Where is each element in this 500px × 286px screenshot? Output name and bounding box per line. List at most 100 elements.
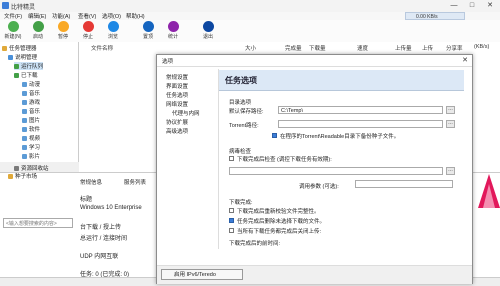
tree-item[interactable]: 视频 [22, 134, 40, 142]
dot-icon [22, 100, 27, 105]
stop-icon [82, 21, 94, 32]
tree-item-label: 运行队列 [21, 64, 44, 70]
speed-indicator: 0.00 KB/s [405, 12, 465, 20]
info-udp: UDP 内网互联 [80, 254, 119, 260]
tree-item[interactable]: 游戏 [22, 98, 40, 106]
new-button[interactable]: 新建(N) [3, 21, 23, 40]
info-runtime: 总运行 / 连接时间 [80, 236, 128, 242]
virus-check-checkbox[interactable] [229, 156, 234, 161]
nav-protocol[interactable]: 协议扩展 [166, 118, 188, 126]
tree-item[interactable]: 音乐 [22, 89, 40, 97]
col-speed[interactable]: 速度 [357, 44, 368, 52]
exit-button[interactable]: 退出 [198, 21, 218, 40]
search-input[interactable]: <输入想要搜索的内容> [3, 218, 73, 228]
col-size[interactable]: 大小 [245, 44, 256, 52]
start-button[interactable]: 启动 [28, 21, 48, 40]
tree-item-label: 已下载 [21, 73, 38, 79]
dot-icon [22, 82, 27, 87]
menu-options[interactable]: 选项(O) [102, 12, 121, 20]
nav-interface[interactable]: 界面设置 [166, 82, 188, 90]
virus-program-field[interactable] [229, 167, 443, 175]
recycle-icon [14, 166, 19, 171]
tab-general[interactable]: 常规信息 [80, 178, 102, 186]
stop-button[interactable]: 停止 [78, 21, 98, 40]
torrent-path-field[interactable] [278, 120, 443, 128]
virus-program-browse-button[interactable]: … [446, 167, 455, 175]
tree-root[interactable]: 任务管理器 [2, 44, 37, 52]
tree-item-label: 影片 [29, 154, 41, 160]
tree-item[interactable]: 已下载 [14, 71, 38, 79]
menu-file[interactable]: 文件(F) [4, 12, 22, 20]
info-os: Windows 10 Enterprise [80, 205, 142, 211]
top-label: 置顶 [142, 34, 153, 40]
tree-item-seed-market[interactable]: 种子市场 [8, 172, 37, 180]
tree-item[interactable]: 学习 [22, 143, 40, 151]
top-button[interactable]: 置顶 [138, 21, 158, 40]
top-icon [142, 21, 154, 32]
ipv6-button[interactable]: 启用 IPv6/Teredo [161, 269, 243, 280]
col-done[interactable]: 完成量 [285, 44, 302, 52]
tree-item-label: 说明管理 [15, 55, 38, 61]
torrent-path-browse-button[interactable]: … [446, 120, 455, 128]
tree-item[interactable]: 图片 [22, 116, 40, 124]
col-upload[interactable]: 上传 [422, 44, 433, 52]
pause-button[interactable]: 暂停 [53, 21, 73, 40]
virus-group-label: 病毒检查 [229, 149, 252, 155]
browse-button[interactable]: 浏览 [103, 21, 123, 40]
col-uploaded[interactable]: 上传量 [395, 44, 412, 52]
menu-view[interactable]: 查看(V) [78, 12, 96, 20]
nav-proxy[interactable]: 代理与内网 [172, 109, 200, 117]
start-label: 启动 [32, 34, 43, 40]
close-upload-checkbox[interactable] [229, 228, 234, 233]
close-button[interactable]: ✕ [481, 1, 499, 10]
virus-check-label: 下载完成后检查 (调控下载任务有效期): [237, 157, 332, 163]
section-header: 任务选项 [219, 70, 464, 91]
backup-torrent-label: 在程序的Torrent\Readable目录下备份种子文件。 [280, 134, 400, 140]
verify-checkbox[interactable] [229, 208, 234, 213]
nav-general[interactable]: 常规设置 [166, 73, 188, 81]
menu-function[interactable]: 功能(A) [52, 12, 70, 20]
new-label: 新建(N) [4, 34, 22, 40]
nav-advanced[interactable]: 高级选项 [166, 127, 188, 135]
default-path-label: 默认保存路径: [229, 109, 264, 115]
toolbar: 新建(N) 启动 暂停 停止 浏览 置顶 统计 退出 [0, 20, 500, 43]
dialog-close-button[interactable]: ✕ [462, 56, 468, 64]
tree-item[interactable]: 影片 [22, 152, 40, 160]
col-ratio[interactable]: 分享率 [446, 44, 463, 52]
tab-servers[interactable]: 服务列表 [124, 178, 146, 186]
tree-item-label: 音乐 [29, 109, 41, 115]
default-path-browse-button[interactable]: … [446, 106, 455, 114]
nav-network[interactable]: 网络设置 [166, 100, 188, 108]
folder-icon [8, 55, 13, 60]
col-downloaded[interactable]: 下载量 [309, 44, 326, 52]
torrent-path-label: Torrent路径: [229, 123, 259, 129]
options-dialog: 选项 ✕ 常规设置 界面设置 任务选项 网络设置 代理与内网 协议扩展 高级选项… [156, 54, 473, 284]
tree-item[interactable]: 动漫 [22, 80, 40, 88]
tree-item-label: 视频 [29, 136, 41, 142]
tree-item-running[interactable]: 运行队列 [14, 62, 44, 70]
col-name[interactable]: 文件名称 [91, 44, 113, 52]
col-unit[interactable]: (KB/s) [474, 44, 489, 50]
tree-item-label: 游戏 [29, 100, 41, 106]
tree-item-recycle[interactable]: 资源回收站 [14, 164, 49, 172]
section-title: 任务选项 [225, 76, 257, 85]
menu-help[interactable]: 帮助(H) [126, 12, 145, 20]
maximize-button[interactable]: □ [463, 1, 481, 10]
task-tree: 任务管理器 说明管理 运行队列 已下载 动漫 音乐 游戏 音乐 图片 软件 视频… [0, 42, 79, 162]
tree-item-label: 图片 [29, 118, 41, 124]
tree-item[interactable]: 说明管理 [8, 53, 37, 61]
menu-edit[interactable]: 编辑(E) [28, 12, 46, 20]
stats-button[interactable]: 统计 [163, 21, 183, 40]
tree-item[interactable]: 音乐 [22, 107, 40, 115]
backup-torrent-checkbox[interactable] [272, 133, 277, 138]
timer-label: 下载完成后的前时间: [229, 241, 281, 247]
virus-args-field[interactable] [355, 180, 453, 188]
delete-unselected-checkbox[interactable] [229, 218, 234, 223]
nav-task[interactable]: 任务选项 [166, 91, 188, 99]
minimize-button[interactable]: — [445, 1, 463, 10]
tree-item[interactable]: 软件 [22, 125, 40, 133]
tree-item-label: 动漫 [29, 82, 41, 88]
default-path-field[interactable]: C:\Temp\ [278, 106, 443, 114]
tree-item-label: 音乐 [29, 91, 41, 97]
tree-root-label: 任务管理器 [9, 46, 37, 52]
